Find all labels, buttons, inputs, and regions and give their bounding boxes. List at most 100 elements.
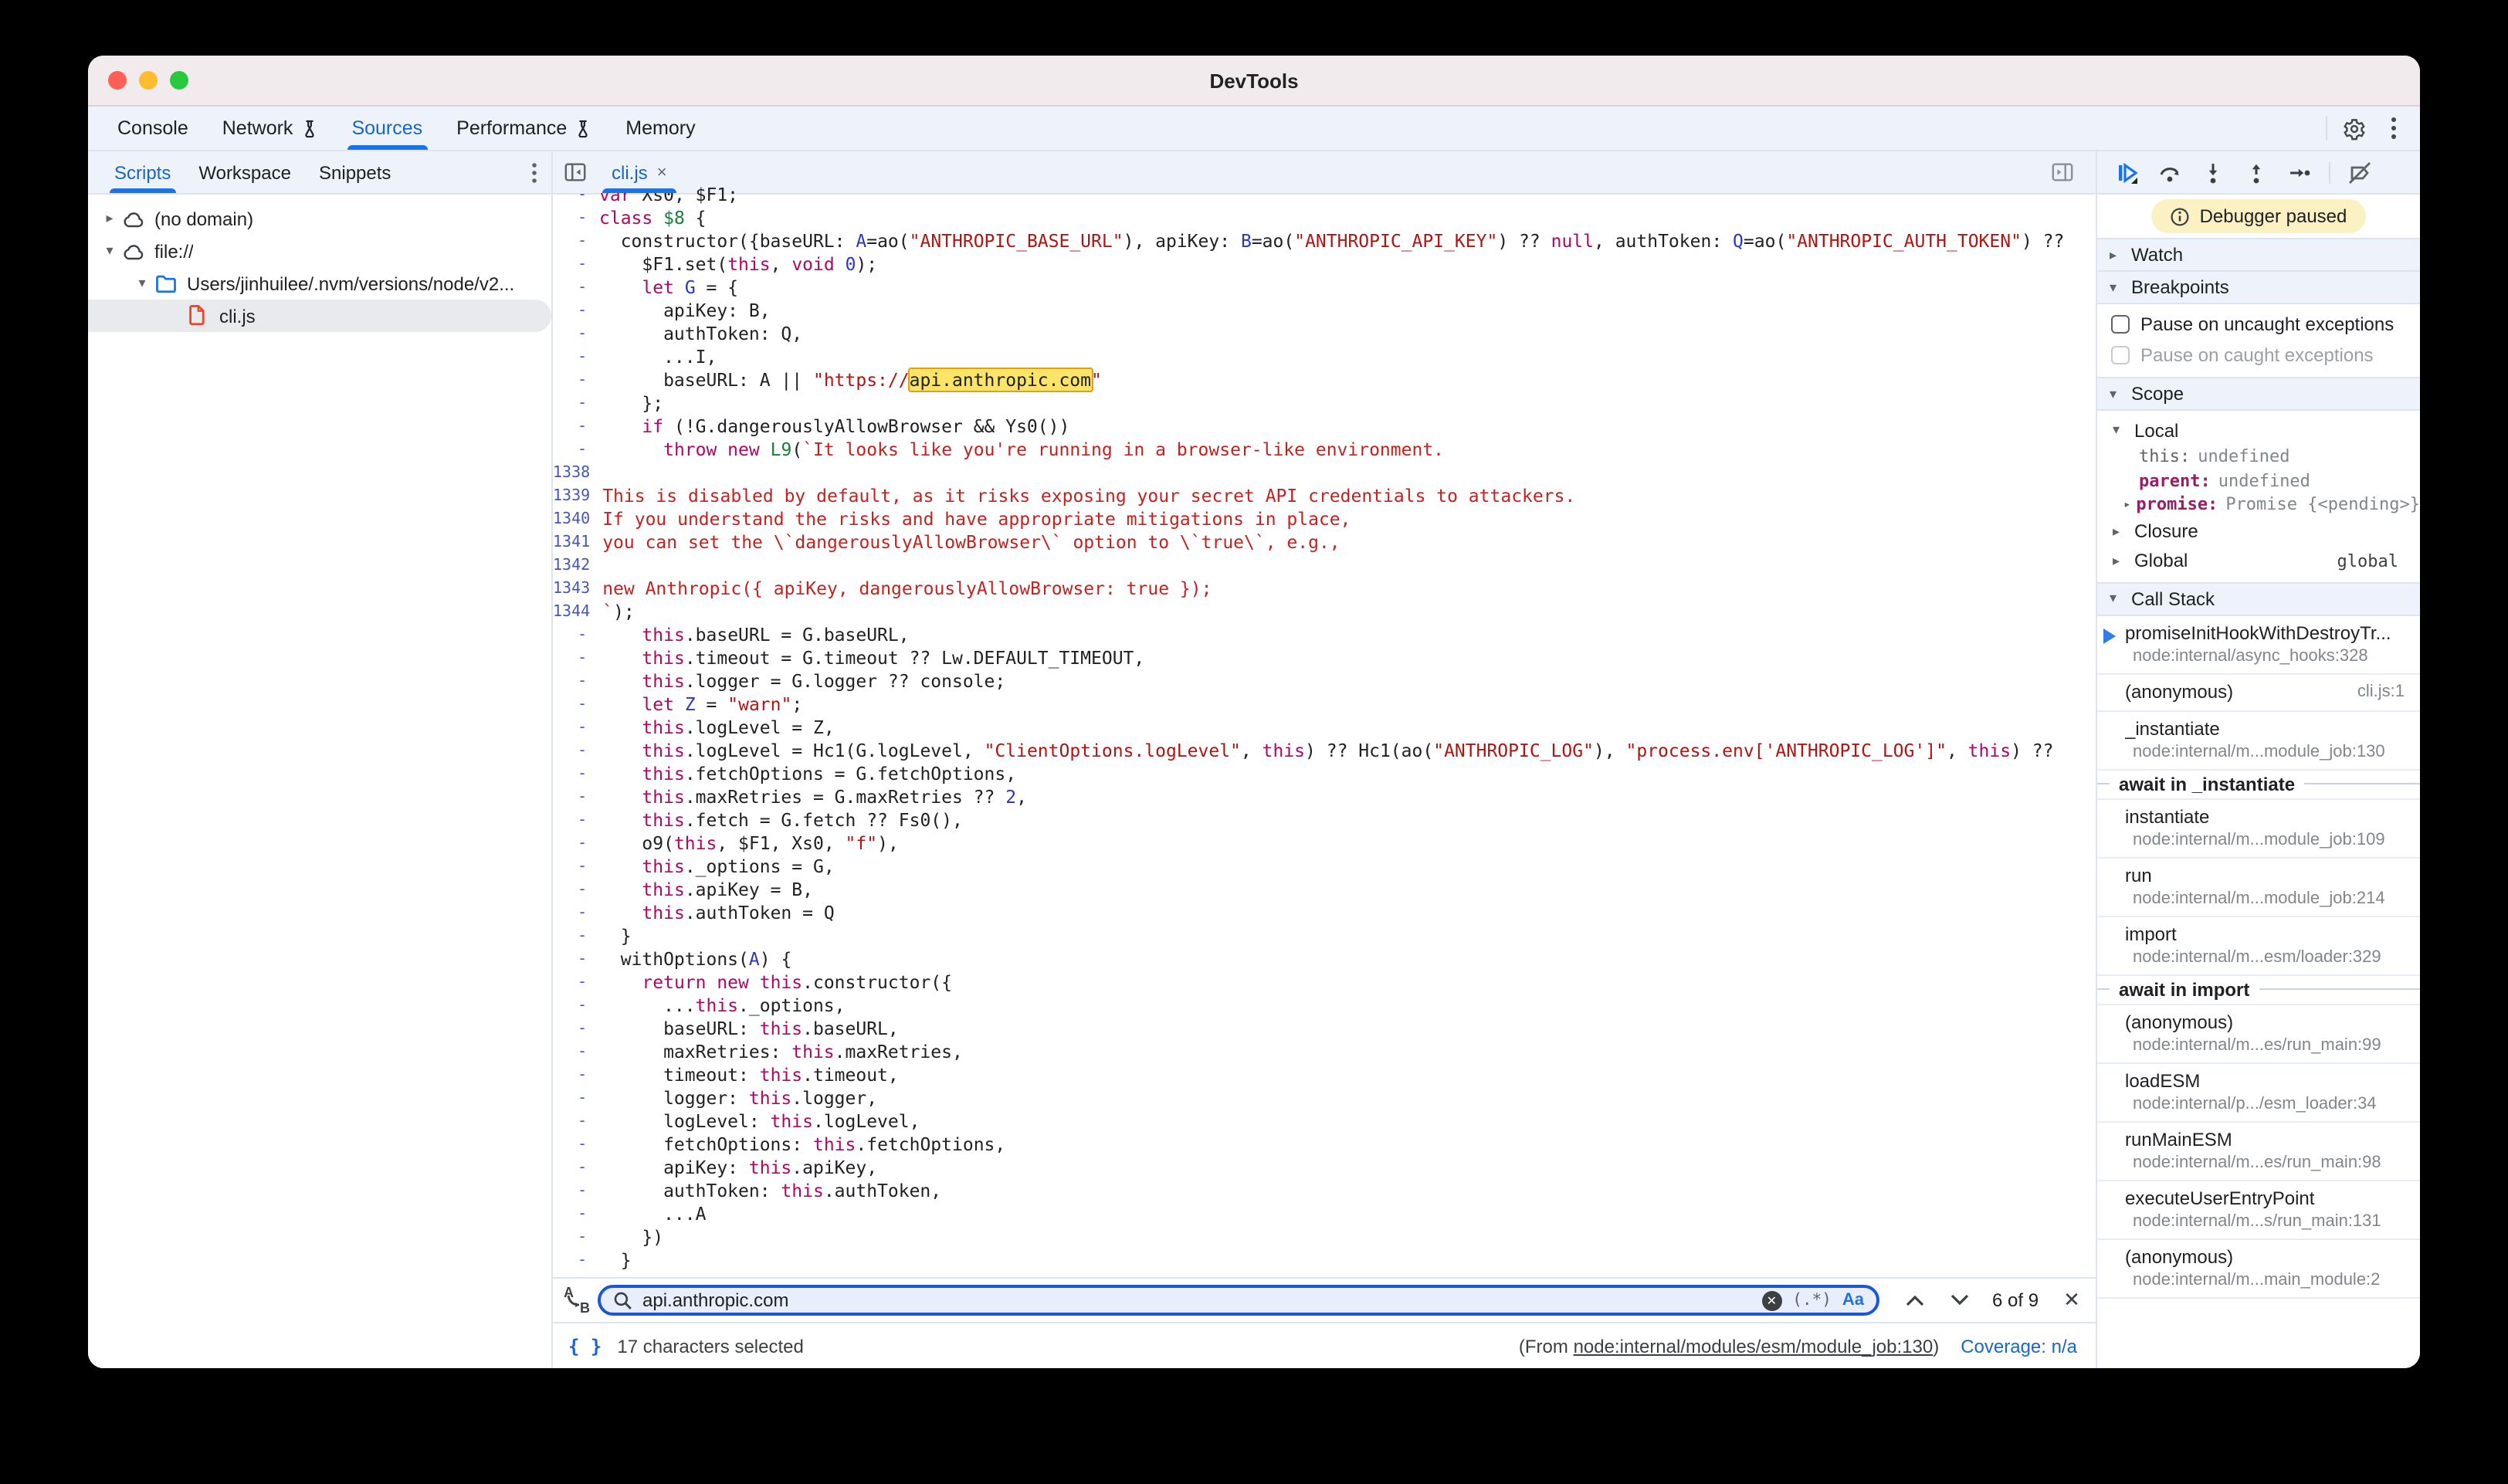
close-tab-icon[interactable]: × — [657, 163, 667, 181]
navigator-tab-workspace[interactable]: Workspace — [185, 151, 305, 193]
code-line[interactable]: - if (!G.dangerouslyAllowBrowser && Ys0(… — [553, 415, 2096, 439]
line-gutter[interactable]: 1341 — [553, 531, 590, 554]
call-stack-frame[interactable]: (anonymous)node:internal/m...es/run_main… — [2097, 1005, 2420, 1063]
line-gutter[interactable]: - — [553, 925, 587, 948]
step-over-icon[interactable] — [2156, 158, 2184, 186]
code-line[interactable]: 1338 — [553, 462, 2096, 485]
navigator-tab-snippets[interactable]: Snippets — [305, 151, 405, 193]
tab-performance[interactable]: Performance — [439, 107, 608, 150]
scope-variable-promise[interactable]: ▸promise:Promise {<pending>} — [2097, 493, 2420, 517]
code-line[interactable]: - apiKey: this.apiKey, — [553, 1157, 2096, 1180]
code-line[interactable]: - let Z = "warn"; — [553, 693, 2096, 717]
code-line[interactable]: -class $8 { — [553, 207, 2096, 230]
scope-group-local[interactable]: ▾Local — [2097, 415, 2420, 445]
call-stack-frame[interactable]: runMainESMnode:internal/m...es/run_main:… — [2097, 1122, 2420, 1181]
line-gutter[interactable]: - — [553, 1203, 587, 1226]
code-line[interactable]: - this.fetchOptions = G.fetchOptions, — [553, 763, 2096, 786]
code-line[interactable]: - throw new L9(`It looks like you're run… — [553, 439, 2096, 462]
code-line[interactable]: -var Xs0, $F1; — [553, 184, 2096, 207]
line-gutter[interactable]: - — [553, 392, 587, 415]
code-line[interactable]: - fetchOptions: this.fetchOptions, — [553, 1133, 2096, 1157]
call-stack-frame[interactable]: (anonymous)node:internal/m...main_module… — [2097, 1239, 2420, 1298]
call-stack-frame[interactable]: executeUserEntryPointnode:internal/m...s… — [2097, 1181, 2420, 1239]
line-gutter[interactable]: - — [553, 1018, 587, 1041]
line-gutter[interactable]: - — [553, 740, 587, 763]
minimize-window-button[interactable] — [139, 71, 158, 90]
line-gutter[interactable]: - — [553, 253, 587, 276]
step-out-icon[interactable] — [2242, 158, 2270, 186]
code-line[interactable]: - withOptions(A) { — [553, 948, 2096, 971]
replace-toggle-icon[interactable]: A B — [562, 1286, 590, 1314]
tab-network[interactable]: Network — [205, 107, 335, 150]
line-gutter[interactable]: - — [553, 647, 587, 670]
code-line[interactable]: - this._options = G, — [553, 856, 2096, 879]
code-line[interactable]: 1340If you understand the risks and have… — [553, 508, 2096, 531]
code-line[interactable]: 1339This is disabled by default, as it r… — [553, 485, 2096, 508]
code-line[interactable]: - this.baseURL = G.baseURL, — [553, 624, 2096, 647]
tree-item-file-[interactable]: ▾file:// — [88, 235, 551, 267]
line-gutter[interactable]: - — [553, 902, 587, 925]
code-line[interactable]: - } — [553, 1249, 2096, 1272]
navigator-more-icon[interactable] — [517, 151, 551, 193]
pretty-print-icon[interactable]: { } — [568, 1335, 602, 1357]
line-gutter[interactable]: - — [553, 717, 587, 740]
code-line[interactable]: 1342 — [553, 554, 2096, 578]
code-line[interactable]: - } — [553, 925, 2096, 948]
line-gutter[interactable]: 1343 — [553, 578, 590, 601]
code-line[interactable]: - this.timeout = G.timeout ?? Lw.DEFAULT… — [553, 647, 2096, 670]
regex-toggle[interactable]: (.*) — [1792, 1291, 1832, 1310]
code-line[interactable]: 1343new Anthropic({ apiKey, dangerouslyA… — [553, 578, 2096, 601]
call-stack-frame[interactable]: _instantiatenode:internal/m...module_job… — [2097, 711, 2420, 770]
code-line[interactable]: - this.apiKey = B, — [553, 879, 2096, 902]
line-gutter[interactable]: - — [553, 948, 587, 971]
match-case-toggle[interactable]: Aa — [1842, 1291, 1864, 1310]
line-gutter[interactable]: - — [553, 624, 587, 647]
code-line[interactable]: - logLevel: this.logLevel, — [553, 1110, 2096, 1133]
line-gutter[interactable]: - — [553, 856, 587, 879]
line-gutter[interactable]: - — [553, 184, 587, 207]
close-window-button[interactable] — [108, 71, 127, 90]
line-gutter[interactable]: - — [553, 809, 587, 832]
line-gutter[interactable]: - — [553, 1226, 587, 1249]
scope-variable-parent[interactable]: parent:undefined — [2097, 469, 2420, 493]
line-gutter[interactable]: - — [553, 207, 587, 230]
line-gutter[interactable]: - — [553, 879, 587, 902]
section-call-stack[interactable]: ▾Call Stack — [2097, 581, 2420, 615]
line-gutter[interactable]: - — [553, 1087, 587, 1110]
line-gutter[interactable]: - — [553, 346, 587, 369]
tab-memory[interactable]: Memory — [608, 107, 712, 150]
scope-group-global[interactable]: ▸Globalglobal — [2097, 546, 2420, 575]
scope-group-closure[interactable]: ▸Closure — [2097, 517, 2420, 546]
tab-console[interactable]: Console — [100, 107, 205, 150]
line-gutter[interactable]: 1338 — [553, 462, 590, 485]
code-line[interactable]: - $F1.set(this, void 0); — [553, 253, 2096, 276]
call-stack-frame[interactable]: (anonymous)cli.js:1 — [2097, 674, 2420, 711]
code-line[interactable]: - apiKey: B, — [553, 300, 2096, 323]
line-gutter[interactable]: - — [553, 415, 587, 439]
scope-variable-this[interactable]: this:undefined — [2097, 445, 2420, 469]
line-gutter[interactable]: - — [553, 369, 587, 392]
call-stack-frame[interactable]: loadESMnode:internal/p.../esm_loader:34 — [2097, 1063, 2420, 1122]
line-gutter[interactable]: - — [553, 323, 587, 346]
next-match-icon[interactable] — [1950, 1294, 1969, 1306]
code-line[interactable]: - }) — [553, 1226, 2096, 1249]
line-gutter[interactable]: - — [553, 994, 587, 1018]
code-line[interactable]: - }; — [553, 392, 2096, 415]
code-line[interactable]: - this.logLevel = Hc1(G.logLevel, "Clien… — [553, 740, 2096, 763]
line-gutter[interactable]: - — [553, 1064, 587, 1087]
line-gutter[interactable]: - — [553, 1041, 587, 1064]
resume-script-icon[interactable] — [2113, 158, 2140, 186]
call-stack-frame[interactable]: importnode:internal/m...esm/loader:329 — [2097, 916, 2420, 975]
line-gutter[interactable]: - — [553, 786, 587, 809]
code-line[interactable]: - this.logger = G.logger ?? console; — [553, 670, 2096, 693]
code-line[interactable]: - this.authToken = Q — [553, 902, 2096, 925]
code-line[interactable]: - o9(this, $F1, Xs0, "f"), — [553, 832, 2096, 856]
line-gutter[interactable]: 1340 — [553, 508, 590, 531]
section-scope[interactable]: ▾Scope — [2097, 377, 2420, 411]
code-line[interactable]: - ...I, — [553, 346, 2096, 369]
tree-item-users-jinhuilee-nvm-versions-node-v2-[interactable]: ▾Users/jinhuilee/.nvm/versions/node/v2..… — [88, 267, 551, 300]
tree-item-cli-js[interactable]: cli.js — [88, 300, 551, 332]
more-options-icon[interactable] — [2374, 107, 2414, 150]
code-line[interactable]: - authToken: Q, — [553, 323, 2096, 346]
call-stack-frame[interactable]: instantiatenode:internal/m...module_job:… — [2097, 799, 2420, 858]
